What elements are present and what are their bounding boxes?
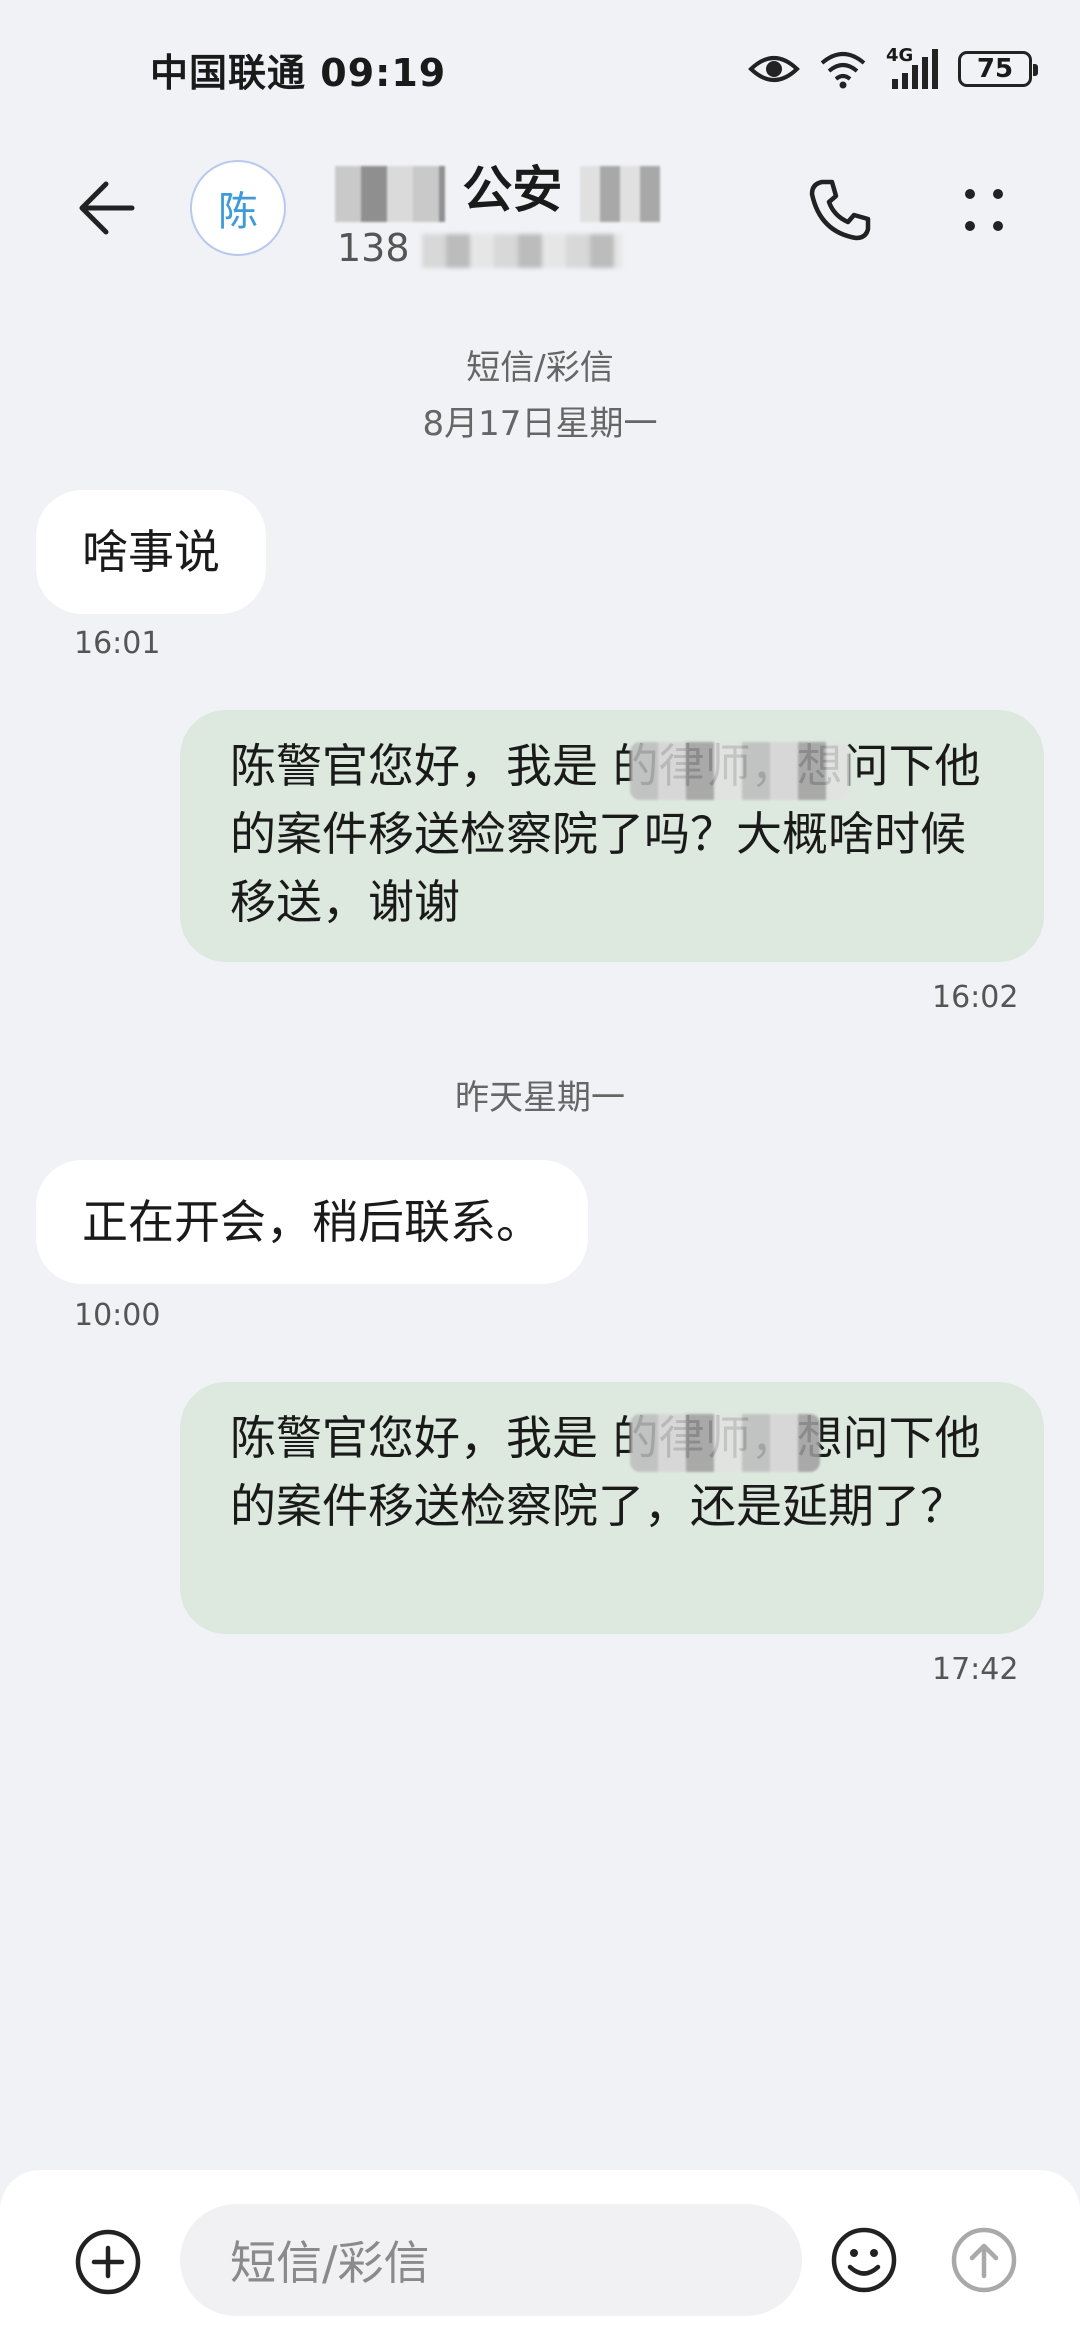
message-time: 10:00 — [74, 1298, 161, 1333]
message-time: 17:42 — [932, 1652, 1019, 1687]
contact-name[interactable]: 公安 — [335, 150, 660, 222]
battery-level: 75 — [976, 54, 1014, 84]
carrier-name: 中国联通 — [150, 51, 307, 95]
more-dots-icon[interactable] — [944, 170, 1024, 250]
message-text: 陈警官您好，我是 的律师，想问下他的案件移送检察院了，还是延期了？ — [230, 1411, 981, 1533]
signal-icon — [892, 49, 938, 89]
contact-number: 138 — [337, 226, 622, 270]
status-bar: 中国联通 09:19 4G 75 — [0, 0, 1080, 140]
message-time: 16:02 — [932, 980, 1019, 1015]
message-text: 啥事说 — [82, 525, 220, 579]
incoming-message[interactable]: 啥事说 — [36, 490, 266, 614]
eye-icon — [748, 56, 800, 82]
redacted-name-patch — [630, 1414, 820, 1472]
contact-number-prefix: 138 — [337, 226, 410, 270]
wifi-icon — [820, 52, 866, 89]
outgoing-message[interactable]: 陈警官您好，我是 的律师，想问下他的案件移送检察院了，还是延期了？ — [180, 1382, 1044, 1634]
plus-circle-icon[interactable] — [68, 2222, 148, 2302]
compose-bar: 短信/彩信 — [0, 2170, 1080, 2340]
message-text: 正在开会，稍后联系。 — [82, 1195, 542, 1249]
message-input-placeholder: 短信/彩信 — [230, 2236, 430, 2290]
status-icons: 4G 75 — [748, 44, 1038, 94]
redacted-number-patch — [421, 233, 622, 268]
arrow-left-icon[interactable] — [70, 168, 150, 248]
send-arrow-icon[interactable] — [944, 2220, 1024, 2300]
avatar-initial: 陈 — [218, 189, 258, 235]
redacted-name-patch — [630, 742, 850, 800]
contact-avatar[interactable]: 陈 — [190, 160, 286, 256]
message-input[interactable]: 短信/彩信 — [180, 2204, 802, 2316]
phone-icon[interactable] — [800, 170, 880, 250]
outgoing-message[interactable]: 陈警官您好，我是 的律师，想问下他的案件移送检察院了吗？大概啥时候移送，谢谢 — [180, 710, 1044, 962]
date-separator: 8月17日星期一 — [422, 404, 658, 444]
conversation-header: 陈 公安 138 — [0, 140, 1080, 270]
date-separator: 昨天星期一 — [455, 1078, 625, 1118]
clock-time: 09:19 — [320, 51, 447, 95]
redacted-name-patch — [335, 165, 445, 222]
redacted-name-patch-2 — [579, 165, 660, 222]
message-text: 陈警官您好，我是 的律师，想问下他的案件移送检察院了吗？大概啥时候移送，谢谢 — [230, 739, 981, 929]
incoming-message[interactable]: 正在开会，稍后联系。 — [36, 1160, 588, 1284]
battery-indicator: 75 — [958, 51, 1038, 87]
carrier-and-time: 中国联通 09:19 — [150, 42, 446, 97]
contact-name-text: 公安 — [462, 161, 563, 219]
channel-label: 短信/彩信 — [466, 348, 614, 388]
emoji-icon[interactable] — [824, 2220, 904, 2300]
signal-indicator: 4G — [886, 45, 940, 91]
message-time: 16:01 — [74, 626, 161, 661]
